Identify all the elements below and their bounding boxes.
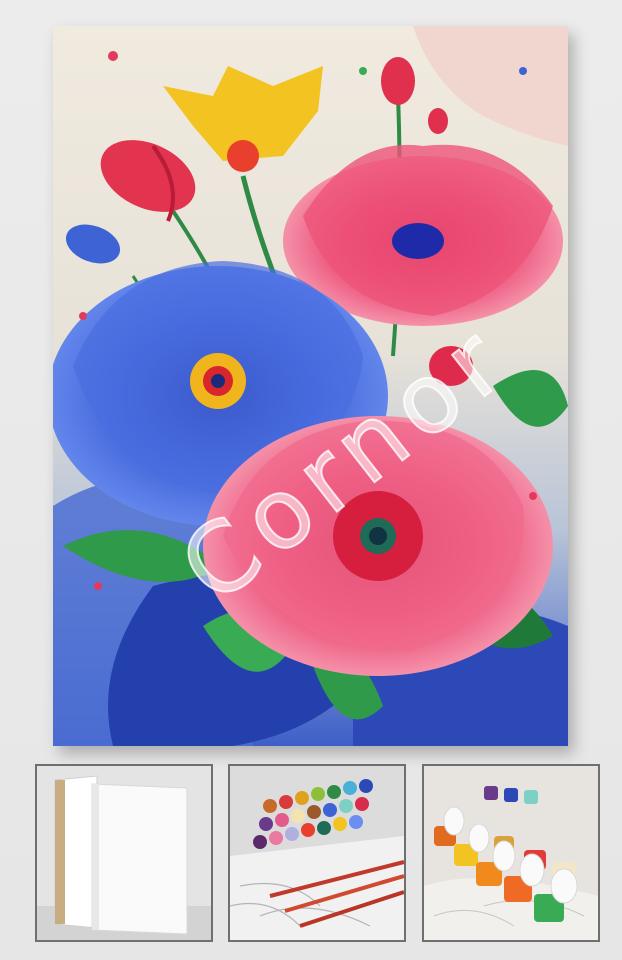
flower-painting-image [53, 26, 568, 746]
paint-kit-image [230, 766, 404, 940]
product-image-page: Cornor [0, 0, 622, 960]
main-canvas-painting: Cornor [53, 26, 568, 746]
thumbnail-paint-kit[interactable] [228, 764, 406, 942]
open-paint-pots-image [424, 766, 598, 940]
thumbnail-open-paint-pots[interactable] [422, 764, 600, 942]
thumbnail-blank-canvas[interactable] [35, 764, 213, 942]
blank-canvas-image [37, 766, 211, 940]
bottom-pink-flower [203, 416, 553, 676]
